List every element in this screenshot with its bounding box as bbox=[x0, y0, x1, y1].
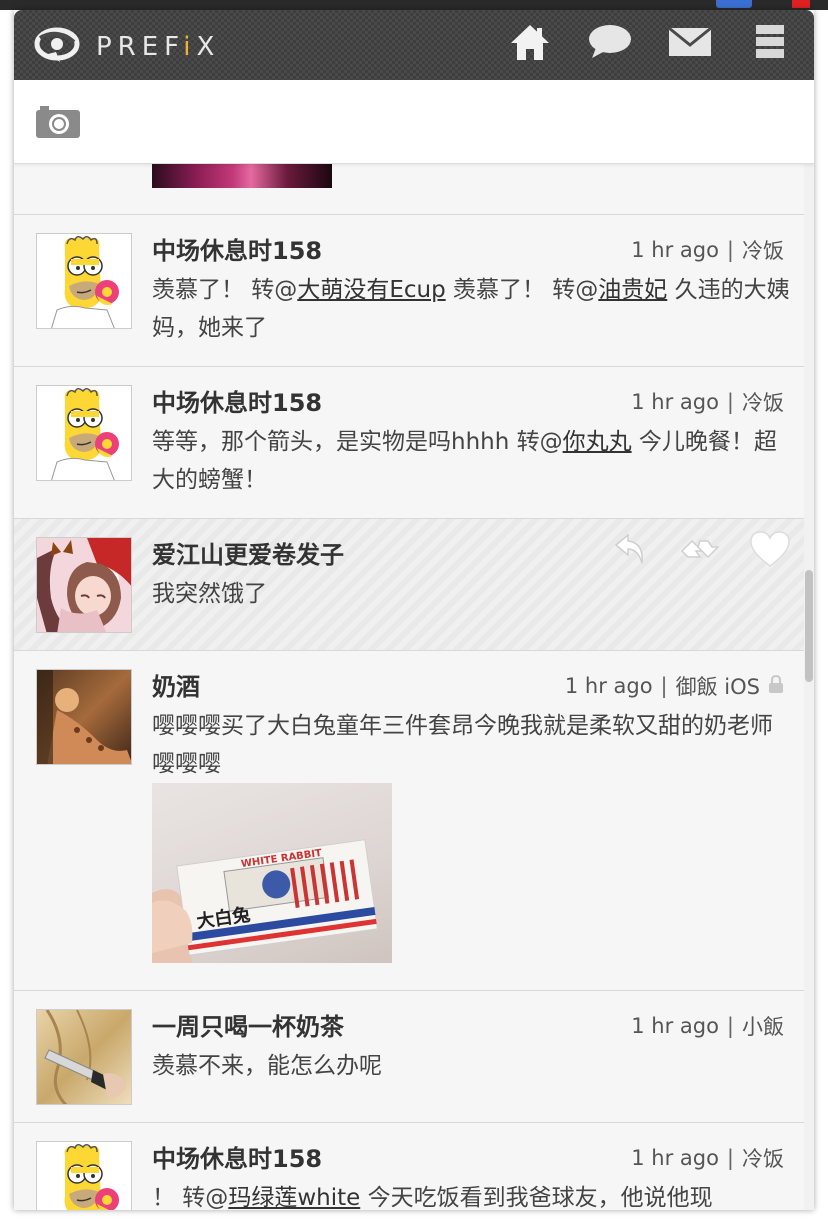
compose-bar bbox=[14, 80, 814, 164]
post-author-name[interactable]: 奶酒 bbox=[152, 667, 200, 702]
favorite-button[interactable] bbox=[748, 531, 792, 571]
post-time[interactable]: 1 hr ago bbox=[631, 1146, 719, 1170]
timeline-post: 中场休息时158 1 hr ago | 冷饭 等等，那个箭头，是实物是吗hhhh… bbox=[14, 367, 804, 519]
avatar[interactable] bbox=[36, 1009, 132, 1105]
post-source: 冷饭 bbox=[742, 1147, 784, 1171]
heart-icon bbox=[749, 530, 791, 572]
mention-link[interactable]: 油贵妃 bbox=[598, 277, 667, 303]
lock-icon bbox=[768, 674, 784, 698]
timeline-post: 中场休息时158 1 hr ago | 冷饭 ！ 转@玛绿莲white 今天吃饭… bbox=[14, 1123, 804, 1210]
mention-link[interactable]: 大萌没有Ecup bbox=[297, 277, 445, 303]
retweet-button[interactable] bbox=[678, 531, 722, 571]
photo-upload-button[interactable] bbox=[36, 106, 80, 140]
feed-scrollbar[interactable] bbox=[804, 164, 814, 1210]
timeline-post: 中场休息时158 1 hr ago | 冷饭 羡慕了！ 转@大萌没有Ecup 羡… bbox=[14, 215, 804, 367]
post-source: 小飯 bbox=[742, 1015, 784, 1039]
post-text: 嘤嘤嘤买了大白兔童年三件套昂今晚我就是柔软又甜的奶老师嘤嘤嘤 bbox=[152, 713, 773, 777]
post-author-name[interactable]: 爱江山更爱卷发子 bbox=[152, 535, 344, 570]
prefix-popup-window: PREFiX 中场休息时158 1 hr ago | 冷饭 羡慕了！ 转@大萌没… bbox=[14, 10, 814, 1210]
post-meta: 1 hr ago | 小飯 bbox=[631, 1011, 784, 1041]
avatar[interactable] bbox=[36, 233, 132, 329]
post-text: 羡慕不来，能怎么办呢 bbox=[152, 1053, 382, 1079]
mention-link[interactable]: 你丸丸 bbox=[563, 429, 632, 455]
post-meta: 1 hr ago | 冷饭 bbox=[631, 235, 784, 265]
camera-icon bbox=[36, 106, 80, 142]
post-text: 等等，那个箭头，是实物是吗hhhh 转@你丸丸 今儿晚餐！超大的螃蟹！ bbox=[152, 429, 777, 493]
post-meta: 1 hr ago | 冷饭 bbox=[631, 1143, 784, 1173]
timeline-feed: 中场休息时158 1 hr ago | 冷饭 羡慕了！ 转@大萌没有Ecup 羡… bbox=[14, 164, 804, 1210]
messages-button[interactable] bbox=[588, 24, 632, 64]
envelope-icon bbox=[668, 26, 712, 62]
meta-separator: | bbox=[726, 390, 734, 414]
timeline-post: 一周只喝一杯奶茶 1 hr ago | 小飯 羡慕不来，能怎么办呢 bbox=[14, 991, 804, 1123]
mention-link[interactable]: 玛绿莲white bbox=[228, 1185, 360, 1210]
post-actions bbox=[608, 531, 792, 571]
post-time[interactable]: 1 hr ago bbox=[631, 238, 719, 262]
background-badge bbox=[716, 0, 752, 8]
post-meta: 1 hr ago | 御飯 iOS bbox=[565, 671, 784, 701]
post-author-name[interactable]: 中场休息时158 bbox=[152, 231, 322, 266]
meta-separator: | bbox=[726, 1014, 734, 1038]
post-text: 羡慕了！ 转@大萌没有Ecup 羡慕了！ 转@油贵妃 久违的大姨妈，她来了 bbox=[152, 277, 790, 341]
meta-separator: | bbox=[726, 238, 734, 262]
scrollbar-thumb[interactable] bbox=[805, 570, 813, 682]
post-time[interactable]: 1 hr ago bbox=[565, 674, 653, 698]
post-text: 我突然饿了 bbox=[152, 581, 267, 607]
post-source: 冷饭 bbox=[742, 391, 784, 415]
hamburger-icon bbox=[756, 24, 784, 64]
post-text: ！ 转@玛绿莲white 今天吃饭看到我爸球友，他说他现 bbox=[152, 1185, 713, 1210]
home-icon bbox=[509, 22, 551, 66]
timeline-post: 奶酒 1 hr ago | 御飯 iOS 嘤嘤嘤买了大白兔童年三件套昂今晚我就是… bbox=[14, 651, 804, 991]
post-source: 御飯 iOS bbox=[675, 675, 760, 699]
retweet-icon bbox=[678, 533, 722, 569]
timeline-post-hovered: 爱江山更爱卷发子 我突然饿了 bbox=[14, 519, 804, 651]
background-badge-red bbox=[792, 0, 810, 8]
previous-post-image[interactable] bbox=[152, 164, 332, 188]
post-author-name[interactable]: 一周只喝一杯奶茶 bbox=[152, 1007, 344, 1042]
post-image[interactable]: WHITE RABBIT 大白兔 bbox=[152, 783, 392, 963]
post-author-name[interactable]: 中场休息时158 bbox=[152, 1139, 322, 1174]
avatar[interactable] bbox=[36, 537, 132, 633]
meta-separator: | bbox=[726, 1146, 734, 1170]
avatar[interactable] bbox=[36, 669, 132, 765]
meta-separator: | bbox=[660, 674, 668, 698]
header-bar: PREFiX bbox=[14, 10, 814, 80]
post-time[interactable]: 1 hr ago bbox=[631, 390, 719, 414]
post-author-name[interactable]: 中场休息时158 bbox=[152, 383, 322, 418]
speech-bubble-icon bbox=[588, 24, 632, 64]
menu-button[interactable] bbox=[748, 24, 792, 64]
prefix-logo-icon bbox=[34, 24, 80, 64]
post-source: 冷饭 bbox=[742, 239, 784, 263]
reply-button[interactable] bbox=[608, 531, 652, 571]
post-time[interactable]: 1 hr ago bbox=[631, 1014, 719, 1038]
avatar[interactable] bbox=[36, 385, 132, 481]
mail-button[interactable] bbox=[668, 24, 712, 64]
reply-icon bbox=[612, 531, 648, 571]
avatar[interactable] bbox=[36, 1141, 132, 1210]
home-button[interactable] bbox=[508, 24, 552, 64]
post-meta: 1 hr ago | 冷饭 bbox=[631, 387, 784, 417]
app-logo-text: PREFiX bbox=[96, 32, 221, 62]
background-topbar bbox=[0, 0, 828, 10]
